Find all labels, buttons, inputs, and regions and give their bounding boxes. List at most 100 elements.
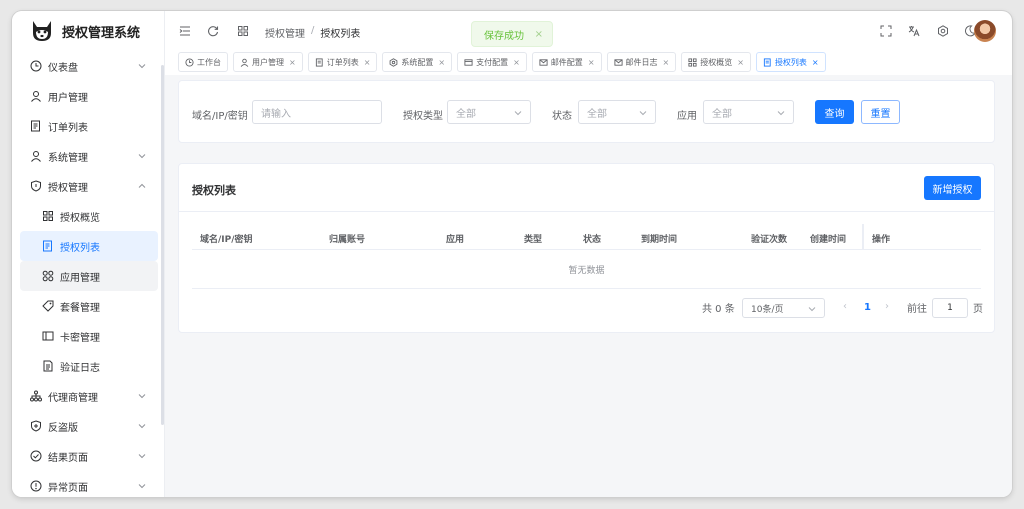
sidebar-item-agents[interactable]: 代理商管理 [12, 381, 158, 411]
document-icon [315, 57, 323, 67]
chevron-down-icon [808, 307, 816, 312]
sidebar-item-label: 卡密管理 [60, 332, 100, 344]
domain-input[interactable]: 请输入 [252, 100, 382, 124]
sidebar-item-label: 订单列表 [48, 122, 88, 134]
breadcrumb-item[interactable]: 授权管理 [265, 25, 305, 40]
user-icon [30, 90, 42, 102]
sidebar-item-packages[interactable]: 套餐管理 [20, 291, 158, 321]
translate-icon[interactable] [908, 25, 920, 37]
tab-payment-config[interactable]: 支付配置 × [457, 52, 527, 72]
next-page-button[interactable]: › [885, 301, 889, 312]
column-header[interactable]: 创建时间 [810, 232, 846, 245]
sidebar-item-label: 反盗版 [48, 422, 78, 434]
page-size-select[interactable]: 10条/页 [742, 298, 825, 318]
sidebar-item-system[interactable]: 系统管理 [12, 141, 158, 171]
shield-plus-icon [30, 420, 42, 432]
sidebar-item-license-overview[interactable]: 授权概览 [20, 201, 158, 231]
top-header: 授权管理 / 授权列表 保存成功 × [165, 11, 1012, 51]
sidebar-item-label: 系统管理 [48, 152, 88, 164]
tab-close-icon[interactable]: × [588, 58, 595, 67]
tab-workbench[interactable]: 工作台 [178, 52, 228, 72]
sidebar-item-label: 授权列表 [60, 242, 100, 254]
document-icon [763, 57, 771, 67]
tab-license-list[interactable]: 授权列表 × [755, 52, 826, 72]
warning-circle-icon [30, 480, 42, 492]
type-select[interactable]: 全部 [447, 100, 531, 124]
empty-state: 暂无数据 [568, 266, 605, 276]
gear-icon[interactable] [937, 25, 949, 37]
tab-close-icon[interactable]: × [812, 58, 819, 67]
status-select[interactable]: 全部 [578, 100, 656, 124]
app-label: 应用 [677, 111, 697, 122]
app-select[interactable]: 全部 [703, 100, 794, 124]
clock-icon [30, 60, 42, 72]
tab-mail-log[interactable]: 邮件日志 × [606, 52, 677, 72]
sidebar-item-result-pages[interactable]: 结果页面 [12, 441, 158, 471]
success-toast: 保存成功 × [471, 21, 553, 47]
chevron-down-icon [138, 154, 146, 159]
sidebar-item-dashboard[interactable]: 仪表盘 [12, 51, 158, 81]
column-header[interactable]: 类型 [524, 232, 542, 245]
column-header[interactable]: 操作 [872, 232, 890, 245]
sidebar-item-error-pages[interactable]: 异常页面 [12, 471, 158, 497]
grid-icon[interactable] [237, 25, 249, 37]
chevron-down-icon [138, 454, 146, 459]
sidebar-item-anti-piracy[interactable]: 反盗版 [12, 411, 158, 441]
app-title: 授权管理系统 [62, 25, 141, 41]
reset-button[interactable]: 重置 [861, 100, 900, 124]
sidebar-item-verify-log[interactable]: 验证日志 [20, 351, 158, 381]
query-button[interactable]: 查询 [815, 100, 854, 124]
sidebar-item-license[interactable]: 授权管理 [12, 171, 158, 201]
tab-close-icon[interactable]: × [438, 58, 445, 67]
tab-close-icon[interactable]: × [513, 58, 520, 67]
column-header[interactable]: 到期时间 [641, 232, 677, 245]
prev-page-button[interactable]: ‹ [843, 301, 847, 312]
column-header[interactable]: 应用 [446, 232, 464, 245]
sidebar-item-license-list[interactable]: 授权列表 [20, 231, 158, 261]
sidebar-scrollbar[interactable] [161, 65, 164, 425]
tab-system-config[interactable]: 系统配置 × [382, 52, 453, 72]
tab-mail-config[interactable]: 邮件配置 × [531, 52, 602, 72]
refresh-icon[interactable] [207, 25, 219, 37]
tag-icon [42, 300, 54, 312]
user-avatar[interactable] [974, 20, 996, 42]
chevron-down-icon [138, 64, 146, 69]
sidebar-item-apps[interactable]: 应用管理 [20, 261, 158, 291]
tab-close-icon[interactable]: × [663, 58, 670, 67]
toast-close-icon[interactable]: × [535, 29, 543, 40]
tabs-bar: 工作台 用户管理 × 订单列表 × 系统配置 × 支付配置 × 邮件配置 × 邮… [178, 52, 1000, 72]
search-form: 域名/IP/密钥 请输入 授权类型 全部 状态 全部 应用 全部 查询 重置 [178, 80, 995, 143]
sidebar-item-label: 验证日志 [60, 362, 100, 374]
chevron-down-icon [777, 111, 785, 116]
brand[interactable]: 授权管理系统 [12, 11, 164, 51]
tab-close-icon[interactable]: × [289, 58, 296, 67]
sidebar-item-users[interactable]: 用户管理 [12, 81, 158, 111]
add-license-button[interactable]: 新增授权 [924, 176, 981, 200]
tab-close-icon[interactable]: × [737, 58, 744, 67]
column-header[interactable]: 域名/IP/密钥 [200, 232, 253, 245]
sidebar-item-label: 用户管理 [48, 92, 88, 104]
column-header[interactable]: 验证次数 [751, 232, 787, 245]
tab-license-overview[interactable]: 授权概览 × [681, 52, 751, 72]
goto-page-input[interactable]: 1 [932, 298, 968, 318]
sidebar-item-cards[interactable]: 卡密管理 [20, 321, 158, 351]
chevron-down-icon [514, 111, 522, 116]
sidebar-item-label: 授权管理 [48, 182, 88, 194]
sidebar-item-label: 结果页面 [48, 452, 88, 464]
sidebar-item-orders[interactable]: 订单列表 [12, 111, 158, 141]
page-number-current[interactable]: 1 [864, 302, 871, 313]
grid-icon [42, 210, 54, 222]
menu-fold-icon[interactable] [179, 25, 191, 37]
tab-orders[interactable]: 订单列表 × [307, 52, 378, 72]
toast-message: 保存成功 [484, 30, 524, 42]
column-header[interactable]: 状态 [583, 232, 601, 245]
wallet-icon [464, 58, 473, 66]
tab-close-icon[interactable]: × [364, 58, 371, 67]
chevron-down-icon [138, 424, 146, 429]
column-header[interactable]: 归属账号 [329, 232, 365, 245]
domain-label: 域名/IP/密钥 [192, 111, 248, 122]
status-label: 状态 [552, 111, 572, 122]
fullscreen-icon[interactable] [880, 25, 892, 37]
tab-users[interactable]: 用户管理 × [233, 52, 303, 72]
list-title: 授权列表 [192, 184, 236, 197]
